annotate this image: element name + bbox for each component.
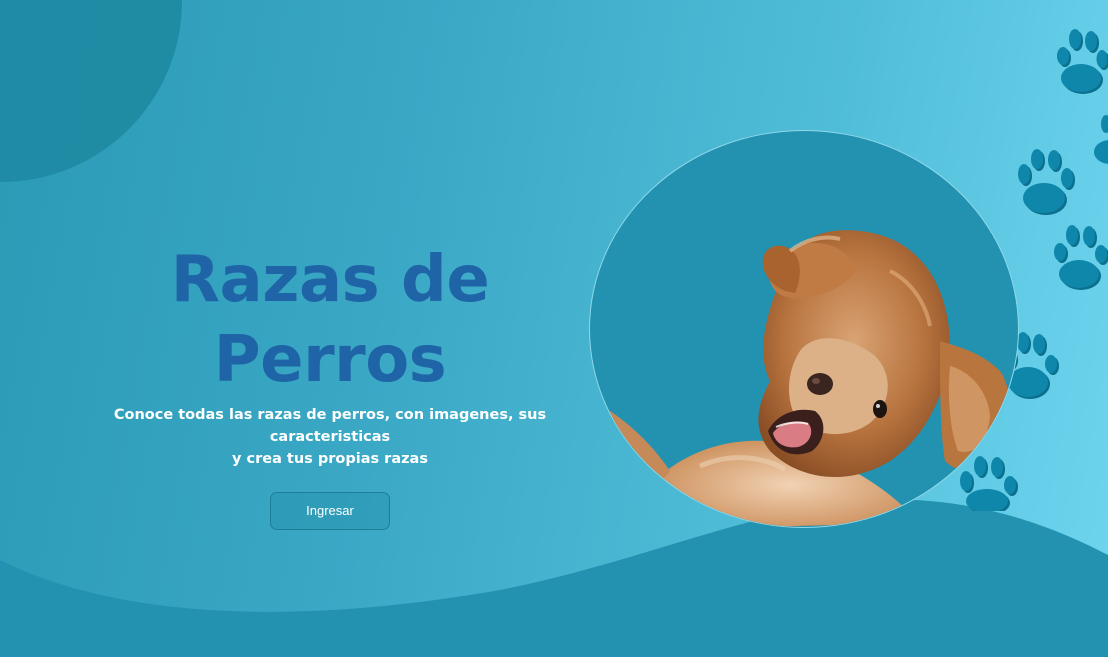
ingresar-button[interactable]: Ingresar: [270, 492, 390, 530]
hero-subtitle: Conoce todas las razas de perros, con im…: [80, 404, 580, 470]
paw-print-icon: [1094, 115, 1108, 164]
hero-subtitle-line-2: y crea tus propias razas: [232, 451, 428, 467]
paw-print-icon: [1018, 149, 1075, 215]
paw-print-icon: [1054, 225, 1108, 290]
dog-image: [609, 230, 1010, 527]
hero-text-block: Razas de Perros Conoce todas las razas d…: [60, 240, 600, 530]
hero-subtitle-line-1: Conoce todas las razas de perros, con im…: [113, 407, 547, 445]
dog-image-frame: [589, 130, 1019, 528]
page-title: Razas de Perros: [170, 243, 490, 397]
hero-section: Razas de Perros Conoce todas las razas d…: [0, 0, 1108, 657]
paw-print-icon: [1057, 29, 1108, 94]
